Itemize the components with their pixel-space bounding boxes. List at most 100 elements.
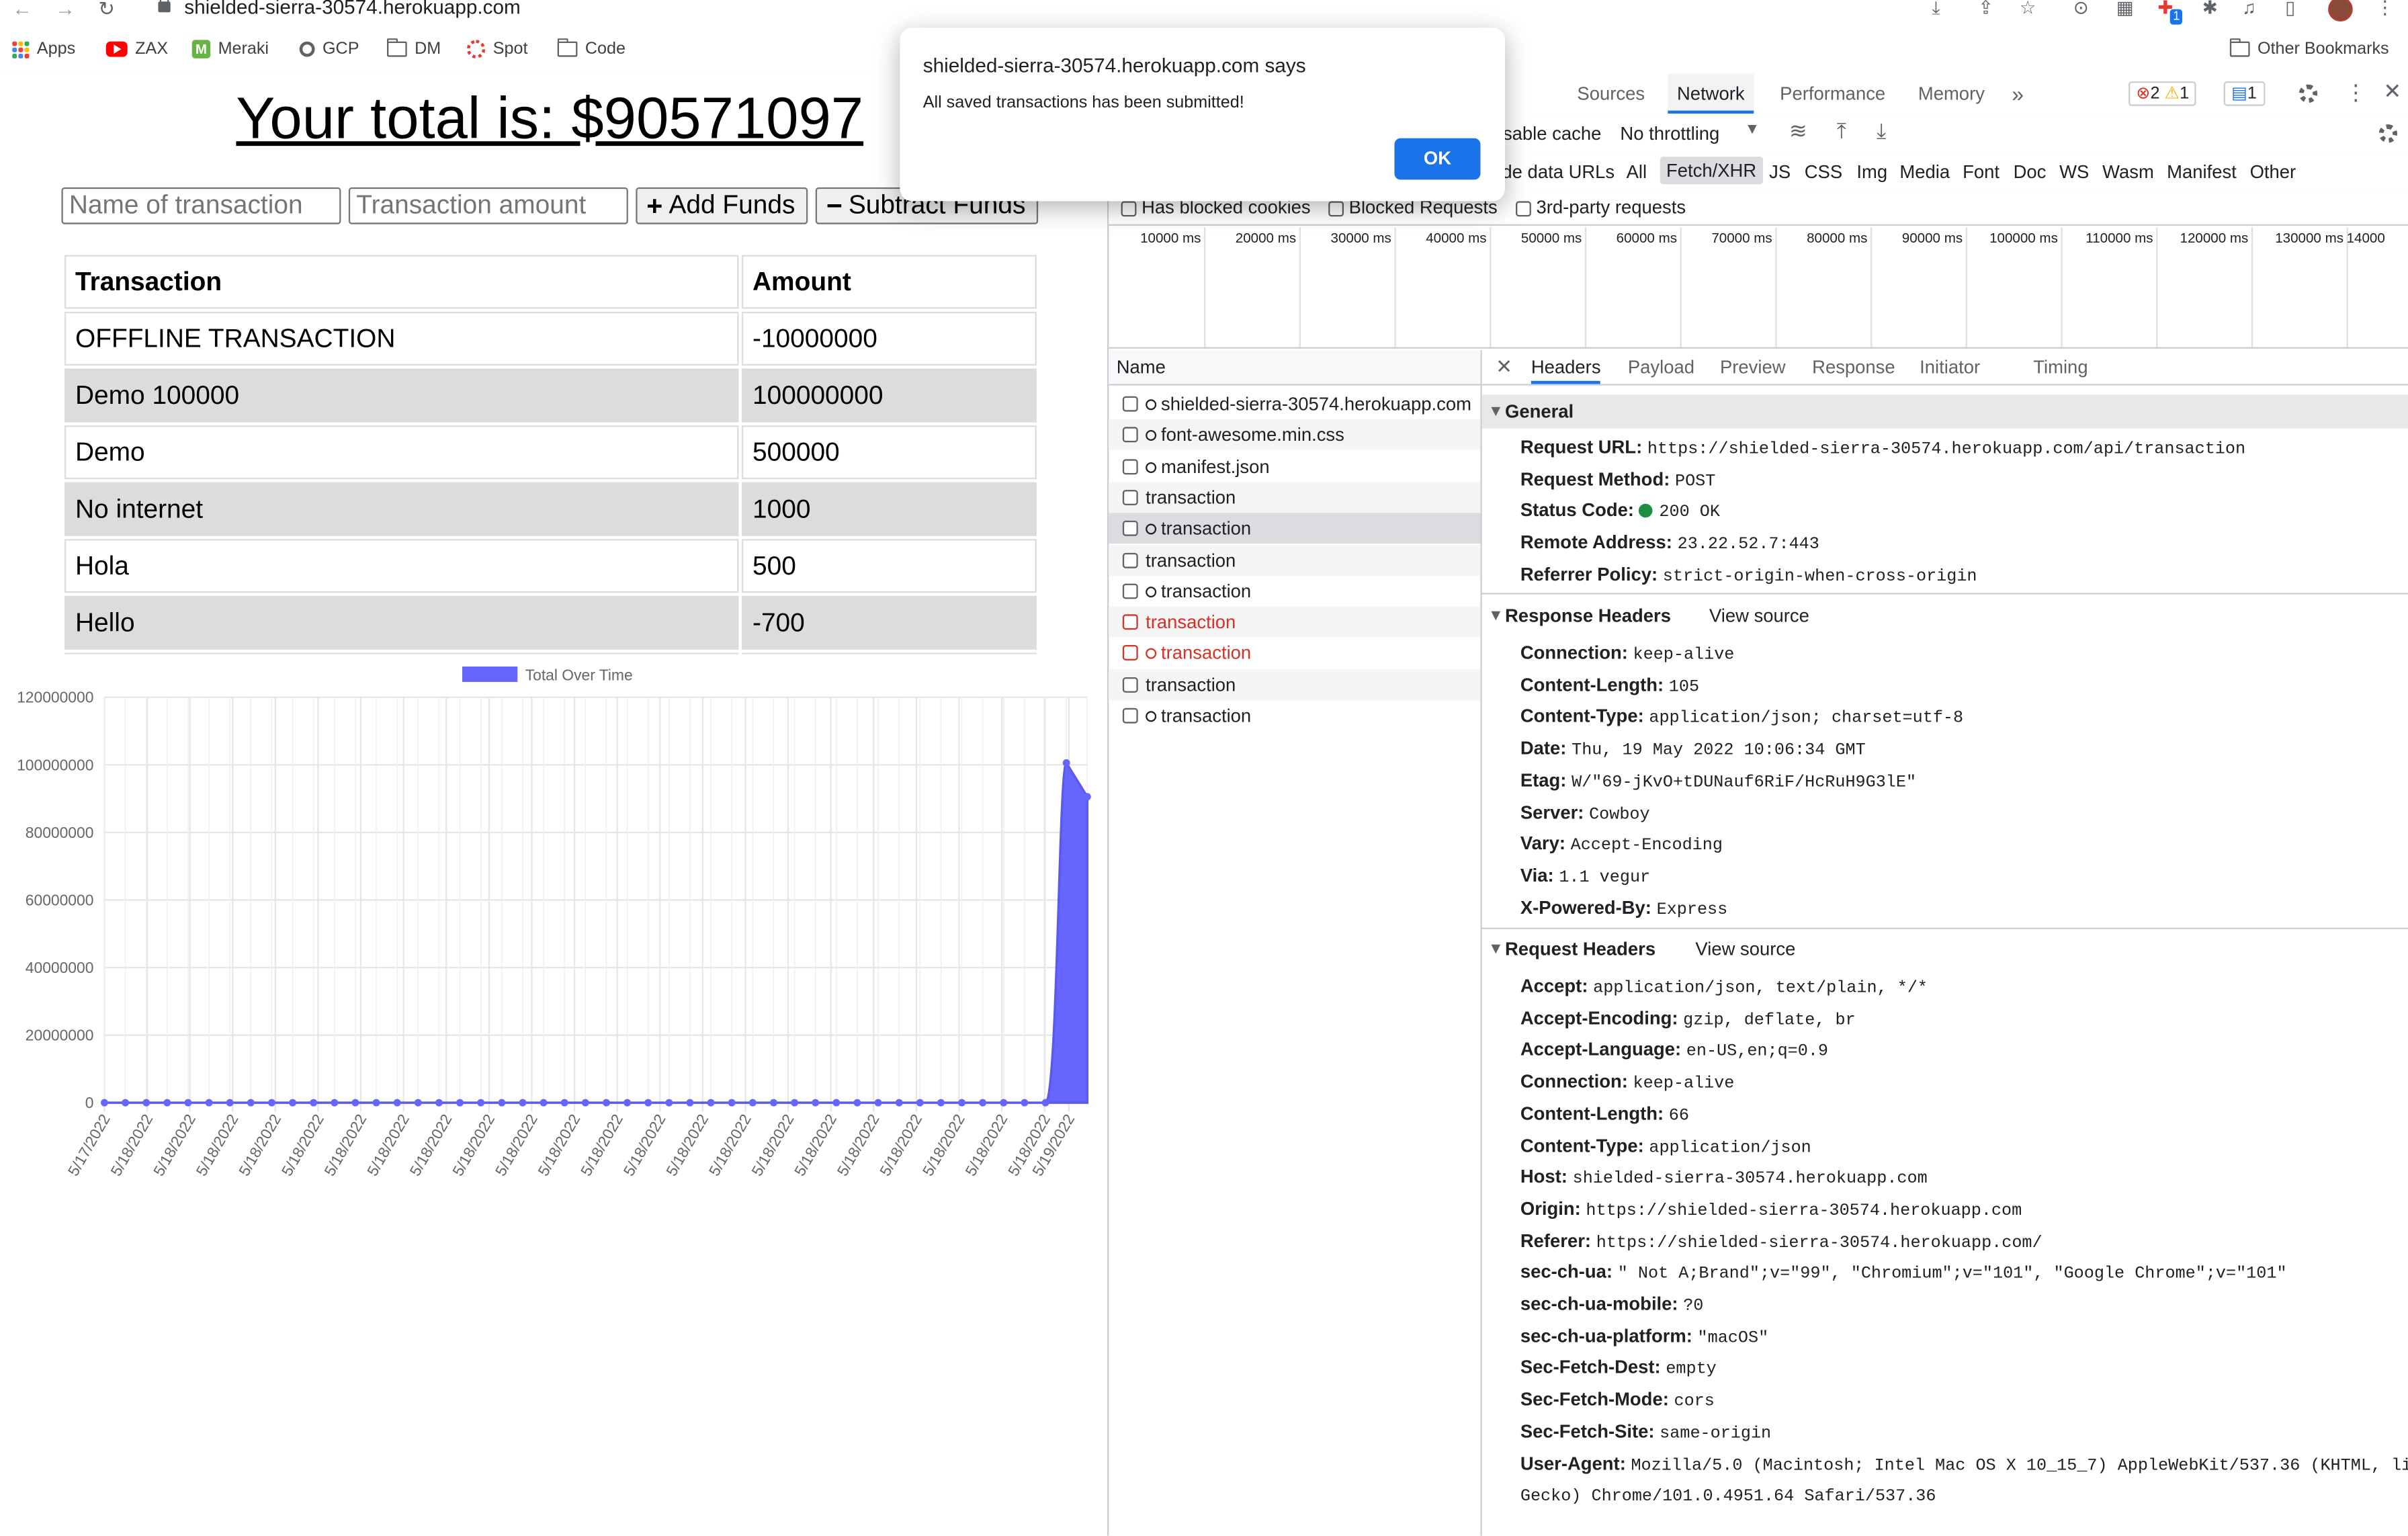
sidepanel-icon[interactable]: ▯ <box>2285 0 2295 17</box>
filter-js[interactable]: JS <box>1769 161 1791 183</box>
extension-icon[interactable]: ▦ <box>2116 0 2134 17</box>
request-row[interactable]: transaction <box>1109 544 1481 576</box>
hide-data-urls-label[interactable]: de data URLs <box>1502 161 1615 183</box>
forward-arrow-icon[interactable]: → <box>55 0 75 18</box>
request-name: transaction <box>1161 580 1252 602</box>
request-row[interactable]: transaction <box>1109 482 1481 513</box>
transaction-amount: 500000 <box>742 425 1037 480</box>
bookmark-other[interactable]: Other Bookmarks <box>2229 38 2389 58</box>
tab-sources[interactable]: Sources <box>1577 74 1645 114</box>
data-point <box>205 1099 213 1107</box>
request-row[interactable]: transaction <box>1109 576 1480 607</box>
request-details: ✕ Headers Payload Preview Response Initi… <box>1481 350 2408 1536</box>
puzzle-icon[interactable]: ✱ <box>2202 0 2218 17</box>
transaction-amount-input[interactable]: Transaction amount <box>348 187 628 224</box>
filter-manifest[interactable]: Manifest <box>2167 161 2237 183</box>
more-tabs-icon[interactable]: » <box>2012 74 2024 114</box>
kebab-menu-icon[interactable]: ⋮ <box>2345 80 2366 106</box>
request-row[interactable]: font-awesome.min.css <box>1109 419 1481 451</box>
install-icon[interactable]: ⤓ <box>1932 0 1940 17</box>
request-name: transaction <box>1161 517 1252 540</box>
close-icon[interactable]: ✕ <box>1496 350 1512 384</box>
ok-button[interactable]: OK <box>1394 138 1481 180</box>
add-funds-button[interactable]: + Add Funds <box>636 187 808 224</box>
filter-wasm[interactable]: Wasm <box>2102 161 2154 183</box>
network-settings-icon[interactable] <box>2378 124 2398 143</box>
bookmark-apps[interactable]: Apps <box>12 40 75 58</box>
view-source-link[interactable]: View source <box>1709 599 1809 632</box>
import-har-icon[interactable]: ⤒ <box>1837 118 1846 144</box>
bookmark-dm[interactable]: DM <box>387 38 441 58</box>
bookmark-spot[interactable]: Spot <box>466 40 527 58</box>
third-party-requests-checkbox[interactable]: 3rd-party requests <box>1516 197 1686 218</box>
request-row[interactable]: transaction <box>1109 700 1480 731</box>
request-row[interactable]: transaction <box>1109 607 1481 638</box>
response-headers-section-toggle[interactable]: Response Headers View source <box>1482 599 2408 632</box>
bookmark-zax[interactable]: ZAX <box>105 40 168 58</box>
back-arrow-icon[interactable]: ← <box>12 0 32 18</box>
star-icon[interactable]: ☆ <box>2020 0 2036 17</box>
tab-initiator[interactable]: Initiator <box>1920 350 1980 384</box>
tab-preview[interactable]: Preview <box>1720 350 1786 384</box>
checkbox-icon <box>1122 708 1138 724</box>
filter-ws[interactable]: WS <box>2059 161 2089 183</box>
menu-icon[interactable]: ⋮ <box>2376 0 2394 17</box>
transaction-amount: 100000000 <box>742 368 1037 423</box>
filter-fetch-xhr[interactable]: Fetch/XHR <box>1660 157 1763 185</box>
request-row[interactable]: transaction <box>1109 638 1480 669</box>
bookmark-label: Code <box>585 40 626 58</box>
request-row[interactable]: transaction <box>1109 513 1481 544</box>
tab-headers[interactable]: Headers <box>1531 350 1601 384</box>
request-headers-section-toggle[interactable]: Request Headers View source <box>1482 932 2408 966</box>
checkbox-icon <box>1516 201 1531 216</box>
chevron-down-icon[interactable]: ▼ <box>1745 122 1760 138</box>
header-key: Status Code: <box>1520 499 1635 521</box>
tab-performance[interactable]: Performance <box>1780 74 1885 114</box>
address-bar[interactable]: shielded-sierra-30574.herokuapp.com <box>184 0 521 18</box>
settings-gear-icon[interactable] <box>2298 84 2318 103</box>
filter-other[interactable]: Other <box>2250 161 2296 183</box>
extension-icon[interactable]: ⊙ <box>2073 0 2089 17</box>
header-key: sec-ch-ua-platform: <box>1520 1324 1692 1347</box>
filter-font[interactable]: Font <box>1963 161 2000 183</box>
tab-timing[interactable]: Timing <box>2033 350 2088 384</box>
name-column-header[interactable]: Name <box>1109 350 1481 386</box>
filter-all[interactable]: All <box>1627 161 1647 183</box>
transaction-name-input[interactable]: Name of transaction <box>61 187 341 224</box>
transactions-table: Transaction Amount OFFFLINE TRANSACTION -… <box>61 252 1039 654</box>
transaction-name: Hello <box>64 595 739 650</box>
y-tick-label: 80000000 <box>26 824 94 841</box>
request-name: manifest.json <box>1161 455 1270 477</box>
close-icon[interactable]: ✕ <box>2383 79 2401 105</box>
waterfall-overview[interactable]: 10000 ms 20000 ms 30000 ms 40000 ms 5000… <box>1109 227 2408 349</box>
bookmark-gcp[interactable]: GCP <box>299 40 359 58</box>
reload-icon[interactable]: ↻ <box>98 0 115 18</box>
tab-response[interactable]: Response <box>1812 350 1895 384</box>
filter-media[interactable]: Media <box>1899 161 1950 183</box>
messages-counter[interactable]: ▤1 <box>2223 81 2265 106</box>
issues-counter[interactable]: ⊗2 ⚠1 <box>2128 81 2197 106</box>
avatar[interactable] <box>2328 0 2353 22</box>
wifi-settings-icon[interactable]: ≋ <box>1789 118 1807 144</box>
share-icon[interactable]: ⇪ <box>1978 0 1993 17</box>
tab-network[interactable]: Network <box>1668 73 1754 114</box>
tab-memory[interactable]: Memory <box>1918 74 1985 114</box>
disable-cache-checkbox[interactable]: isable cache <box>1499 123 1602 144</box>
request-row[interactable]: shielded-sierra-30574.herokuapp.com <box>1109 388 1480 419</box>
general-section-toggle[interactable]: General <box>1481 394 2408 429</box>
data-point <box>393 1099 401 1107</box>
filter-doc[interactable]: Doc <box>2014 161 2047 183</box>
bookmark-code[interactable]: Code <box>557 38 626 58</box>
tab-payload[interactable]: Payload <box>1628 350 1694 384</box>
data-point <box>498 1099 506 1107</box>
request-row[interactable]: transaction <box>1109 669 1481 700</box>
throttling-select[interactable]: No throttling <box>1620 123 1719 144</box>
header-key: Via: <box>1520 864 1554 886</box>
filter-css[interactable]: CSS <box>1805 161 1842 183</box>
view-source-link[interactable]: View source <box>1695 932 1795 966</box>
bookmark-meraki[interactable]: M Meraki <box>191 40 269 58</box>
filter-img[interactable]: Img <box>1856 161 1887 183</box>
request-row[interactable]: manifest.json <box>1109 451 1480 482</box>
media-icon[interactable]: ♫ <box>2242 0 2256 17</box>
export-har-icon[interactable]: ⤓ <box>1877 118 1886 144</box>
